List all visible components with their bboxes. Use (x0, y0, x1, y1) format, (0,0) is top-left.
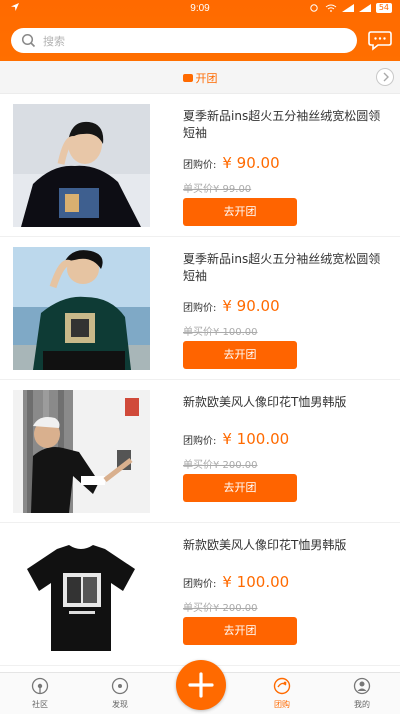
group-price: ¥ 90.00 (222, 297, 280, 315)
status-bar: 9:09 54 (0, 0, 400, 18)
tab-mine[interactable]: 我的 (332, 677, 392, 710)
group-price-label: 团购价: (183, 579, 217, 590)
group-price-label: 团购价: (183, 303, 217, 314)
product-image[interactable] (13, 390, 150, 513)
product-card[interactable]: 夏季新品ins超火五分袖丝绒宽松圆领短袖 团购价: ¥ 90.00 单买价¥ 1… (0, 237, 400, 380)
tab-community-label: 社区 (32, 700, 48, 709)
start-group-button[interactable]: 去开团 (183, 198, 297, 226)
compass-icon (111, 677, 129, 695)
product-image[interactable] (13, 247, 150, 370)
tab-group-buy-label: 团购 (274, 700, 290, 709)
group-price: ¥ 100.00 (222, 430, 290, 448)
group-price-label: 团购价: (183, 160, 217, 171)
original-price: 单买价¥ 200.00 (183, 603, 258, 614)
product-title: 夏季新品ins超火五分袖丝绒宽松圆领短袖 (183, 252, 381, 283)
tab-discover[interactable]: 发现 (90, 677, 150, 710)
search-placeholder: 搜索 (43, 35, 65, 48)
search-icon (21, 33, 36, 48)
product-list: 夏季新品ins超火五分袖丝绒宽松圆领短袖 团购价: ¥ 90.00 单买价¥ 9… (0, 94, 400, 666)
add-button[interactable] (176, 660, 226, 710)
start-group-button[interactable]: 去开团 (183, 474, 297, 502)
tab-community[interactable]: 社区 (10, 677, 70, 710)
product-image[interactable] (13, 104, 150, 227)
battery-level: 54 (375, 3, 392, 13)
start-group-button[interactable]: 去开团 (183, 617, 297, 645)
open-group-label: 开团 (195, 72, 218, 85)
original-price: 单买价¥ 99.00 (183, 184, 252, 195)
status-indicators: 54 (308, 3, 392, 13)
group-price-row: 团购价: ¥ 90.00 (183, 154, 280, 172)
product-image[interactable] (13, 533, 150, 656)
tab-discover-label: 发现 (112, 700, 128, 709)
plus-icon (188, 672, 214, 698)
message-icon[interactable] (368, 29, 392, 51)
group-price-row: 团购价: ¥ 90.00 (183, 297, 280, 315)
product-card[interactable]: 新款欧美风人像印花T恤男韩版 团购价: ¥ 100.00 单买价¥ 200.00… (0, 380, 400, 523)
chevron-right-icon[interactable] (376, 68, 394, 86)
original-price: 单买价¥ 100.00 (183, 327, 258, 338)
group-price-row: 团购价: ¥ 100.00 (183, 573, 289, 591)
alarm-icon (310, 4, 318, 12)
group-price-row: 团购价: ¥ 100.00 (183, 430, 289, 448)
profile-icon (353, 677, 371, 695)
group-price: ¥ 100.00 (222, 573, 290, 591)
group-price-label: 团购价: (183, 436, 217, 447)
search-input[interactable]: 搜索 (11, 28, 357, 53)
tag-icon (182, 74, 193, 82)
wifi-icon (325, 4, 337, 12)
product-title: 新款欧美风人像印花T恤男韩版 (183, 538, 347, 552)
open-group-bar[interactable]: 开团 (0, 61, 400, 94)
app-screen: 9:09 54 搜索 开团 夏季新品ins超火五分袖丝绒宽松圆领短袖 团购价: … (0, 0, 400, 714)
product-card[interactable]: 新款欧美风人像印花T恤男韩版 团购价: ¥ 100.00 单买价¥ 200.00… (0, 523, 400, 666)
open-group-title: 开团 (0, 70, 400, 86)
product-title: 夏季新品ins超火五分袖丝绒宽松圆领短袖 (183, 109, 381, 140)
product-card[interactable]: 夏季新品ins超火五分袖丝绒宽松圆领短袖 团购价: ¥ 90.00 单买价¥ 9… (0, 94, 400, 237)
community-icon (31, 677, 49, 695)
signal-icon-2 (358, 4, 371, 12)
group-price: ¥ 90.00 (222, 154, 280, 172)
original-price: 单买价¥ 200.00 (183, 460, 258, 471)
tab-mine-label: 我的 (354, 700, 370, 709)
top-bar: 9:09 54 搜索 (0, 0, 400, 61)
group-buy-icon (273, 677, 291, 695)
tab-group-buy[interactable]: 团购 (252, 677, 312, 710)
start-group-button[interactable]: 去开团 (183, 341, 297, 369)
signal-icon (341, 4, 354, 12)
product-title: 新款欧美风人像印花T恤男韩版 (183, 395, 347, 409)
